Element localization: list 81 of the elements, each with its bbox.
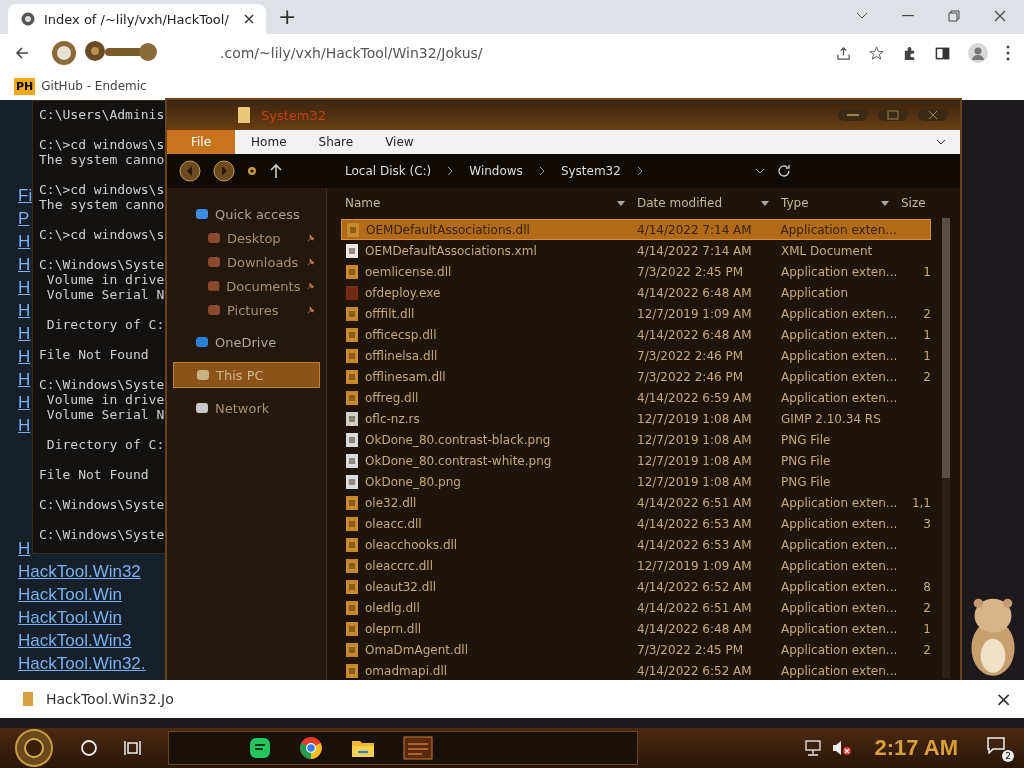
terminal-line: The system canno xyxy=(39,197,165,212)
file-row[interactable]: offlinesam.dll 7/3/2022 2:46 PM Application exten... 2 xyxy=(341,366,960,387)
terminal-line: Directory of C: xyxy=(45,437,165,452)
terminal-line: File Not Found xyxy=(39,347,149,362)
file-row[interactable]: OkDone_80.contrast-black.png 12/7/2019 1:08 AM PNG File xyxy=(341,429,960,450)
file-row[interactable]: ole32.dll 4/14/2022 6:51 AM Application exten... 1,1 xyxy=(341,492,960,513)
file-row[interactable]: oleacc.dll 4/14/2022 6:53 AM Application exten... 3 xyxy=(341,513,960,534)
file-row[interactable]: ofdeploy.exe 4/14/2022 6:48 AM Application xyxy=(341,282,960,303)
file-row[interactable]: oledlg.dll 4/14/2022 6:51 AM Application exten... 2 xyxy=(341,597,960,618)
terminal-line: C:\>cd windows\s xyxy=(39,137,165,152)
terminal-line: C:\Windows\Syste xyxy=(39,377,165,392)
file-row[interactable]: oleacchooks.dll 4/14/2022 6:53 AM Application exten... xyxy=(341,534,960,555)
page-link[interactable]: HackTool.Win3 xyxy=(18,629,132,652)
file-row[interactable]: oleaut32.dll 4/14/2022 6:52 AM Application exten... 8 xyxy=(341,576,960,597)
page-link[interactable]: HackTool.Win xyxy=(18,606,122,629)
file-row[interactable]: oleaccrc.dll 12/7/2019 1:09 AM Application exten... xyxy=(341,555,960,576)
terminal-line: C:\Windows\Syste xyxy=(39,257,165,272)
terminal-line: Volume Serial N xyxy=(45,407,165,422)
page-link[interactable]: H xyxy=(18,253,31,276)
file-row[interactable]: offreg.dll 4/14/2022 6:59 AM Application exten... xyxy=(341,387,960,408)
file-row[interactable]: offlinelsa.dll 7/3/2022 2:46 PM Application exten... 1 xyxy=(341,345,960,366)
column-header[interactable]: Size xyxy=(897,196,931,210)
nav-item[interactable]: Pictures xyxy=(173,298,320,322)
nav-item[interactable]: OneDrive xyxy=(173,330,320,354)
terminal-line: C:\Users\Adminis xyxy=(39,107,165,122)
page-link[interactable]: H xyxy=(18,391,31,414)
page-link[interactable]: HackTool.Win32 xyxy=(18,560,141,583)
file-row[interactable]: oleprn.dll 4/14/2022 6:48 AM Application exten... 1 xyxy=(341,618,960,639)
ribbon-tab[interactable]: Home xyxy=(235,130,303,154)
column-header[interactable]: Name xyxy=(341,196,633,210)
file-row[interactable]: offfilt.dll 12/7/2019 1:09 AM Application exten... 2 xyxy=(341,303,960,324)
terminal-line: C:\Windows\Syste xyxy=(39,497,165,512)
nav-item[interactable]: Downloads xyxy=(173,250,320,274)
terminal-line: C:\>cd windows\s xyxy=(39,227,165,242)
terminal-line: C:\Windows\Syste xyxy=(39,527,165,542)
nav-item[interactable]: Quick access xyxy=(173,202,320,226)
tab-title: Index of /~lily/vxh/HackTool/ xyxy=(44,11,230,27)
page-link[interactable]: H xyxy=(18,276,31,299)
terminal-line: File Not Found xyxy=(39,467,149,482)
page-link[interactable]: H xyxy=(18,322,31,345)
column-header[interactable]: Type xyxy=(777,196,897,210)
bookmark-link[interactable]: GitHub - Endemic xyxy=(41,79,147,93)
bookmark-icon: PH xyxy=(14,77,36,95)
terminal-line: Directory of C: xyxy=(45,317,165,332)
close-button[interactable]: × xyxy=(995,687,1012,711)
page-link[interactable]: H xyxy=(18,230,31,253)
page-link[interactable]: H xyxy=(18,537,31,560)
page-link[interactable]: HackTool.Win32. xyxy=(18,652,146,675)
page-link[interactable]: P xyxy=(18,207,30,230)
file-row[interactable]: OkDone_80.contrast-white.png 12/7/2019 1:08 AM PNG File xyxy=(341,450,960,471)
terminal-line: The system canno xyxy=(39,152,165,167)
terminal-line: Volume in drive xyxy=(45,272,165,287)
page-link[interactable]: HackTool.Win xyxy=(18,583,122,606)
file-row[interactable]: oemlicense.dll 7/3/2022 2:45 PM Application exten... 1 xyxy=(341,261,960,282)
file-row[interactable]: OmaDmAgent.dll 7/3/2022 2:45 PM Application exten... 2 xyxy=(341,639,960,660)
new-tab-button[interactable]: + xyxy=(278,4,297,30)
file-row[interactable]: OkDone_80.png 12/7/2019 1:08 AM PNG File xyxy=(341,471,960,492)
window-title: System32 xyxy=(261,107,327,123)
terminal-line: Volume Serial N xyxy=(45,287,165,302)
page-link[interactable]: Fi xyxy=(18,184,33,207)
page-link[interactable]: H xyxy=(18,414,31,437)
browser-tab[interactable]: Index of /~lily/vxh/HackTool/ xyxy=(8,4,266,34)
file-row[interactable]: OEMDefaultAssociations.xml 4/14/2022 7:14 AM XML Document xyxy=(341,240,960,261)
ribbon-tab[interactable]: File xyxy=(167,130,236,154)
nav-item[interactable]: Network xyxy=(173,396,320,420)
file-row[interactable]: oflc-nz.rs 12/7/2019 1:08 AM GIMP 2.10.34 RS xyxy=(341,408,960,429)
nav-item[interactable]: Desktop xyxy=(173,226,320,250)
file-row[interactable]: OEMDefaultAssociations.dll 4/14/2022 7:14 AM Application exten... xyxy=(341,219,931,240)
terminal-line: Volume in drive xyxy=(45,392,165,407)
ribbon-tab[interactable]: View xyxy=(369,130,430,154)
ribbon-tab[interactable]: Share xyxy=(302,130,370,154)
page-link[interactable]: H xyxy=(18,299,31,322)
page-link[interactable]: H xyxy=(18,345,31,368)
terminal-line: C:\>cd windows\s xyxy=(39,182,165,197)
nav-item[interactable]: Documents xyxy=(173,274,320,298)
page-link[interactable]: H xyxy=(18,368,31,391)
download-item[interactable]: HackTool.Win32.Jo xyxy=(22,691,174,707)
column-header[interactable]: Date modified xyxy=(633,196,777,210)
file-row[interactable]: officecsp.dll 4/14/2022 6:48 AM Application exten... 1 xyxy=(341,324,960,345)
file-row[interactable]: omadmapi.dll 4/14/2022 6:52 AM Application exten... xyxy=(341,660,960,681)
clock[interactable]: 2:17 AM xyxy=(874,735,958,761)
